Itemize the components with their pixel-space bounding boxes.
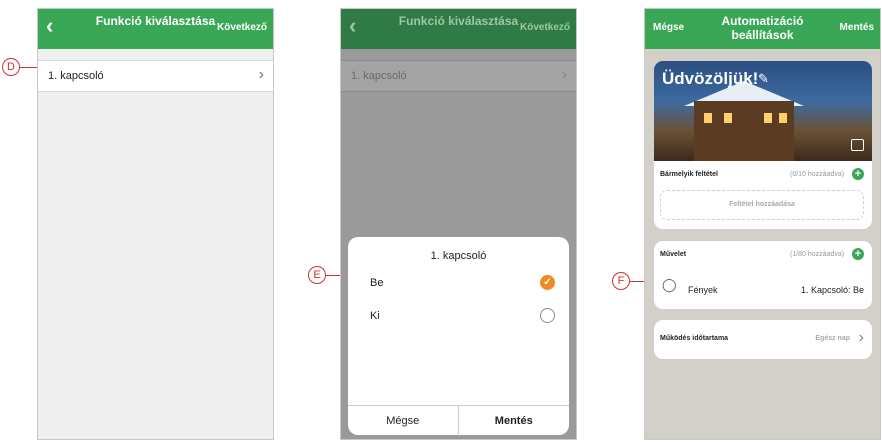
option-be[interactable]: Be ✓ [348,268,569,298]
add-condition-plus-icon[interactable]: + [852,168,864,180]
sheet-title: 1. kapcsoló [430,250,487,262]
sheet-buttons: Mégse Mentés [348,405,570,436]
cover-image: Üdvözöljük! ✎ [654,61,872,161]
header: Mégse Automatizáció beállítások Mentés [645,9,880,49]
add-condition-button[interactable]: Feltétel hozzáadása [660,190,864,220]
add-action-plus-icon[interactable]: + [852,248,864,260]
back-arrow-icon[interactable]: ‹ [349,15,356,37]
duration-card[interactable]: Működés időtartama Egész nap › [654,320,872,359]
duration-title: Működés időtartama [660,335,729,342]
save-button[interactable]: Mentés [459,406,570,436]
switch-1-row[interactable]: 1. kapcsoló › [341,60,576,92]
house-window [724,113,732,123]
callout-f: F [612,272,630,290]
cancel-button[interactable]: Mégse [653,22,684,33]
header: ‹ Funkció kiválasztása Következő [38,9,273,49]
phone-screen-state-select: ‹ Funkció kiválasztása Következő 1. kapc… [340,8,577,440]
next-button[interactable]: Következő [520,22,570,33]
option-ki[interactable]: Ki [348,301,569,331]
option-label: Be [370,277,384,289]
action-count: (1/80 hozzáadva) [790,251,845,258]
image-icon[interactable] [851,139,864,151]
switch-1-row[interactable]: 1. kapcsoló › [38,60,273,92]
back-arrow-icon[interactable]: ‹ [46,15,53,37]
phone-screen-automation-settings: Mégse Automatizáció beállítások Mentés Ü… [644,8,881,440]
house-window [704,113,712,123]
action-card: Művelet (1/80 hozzáadva) + ◯ Fények 1. K… [654,241,872,309]
next-button[interactable]: Következő [217,22,267,33]
welcome-title: Üdvözöljük! [662,69,759,88]
switch-1-label: 1. kapcsoló [351,70,407,82]
switch-1-label: 1. kapcsoló [48,70,104,82]
duration-value: Egész nap [815,335,850,342]
action-title: Művelet [660,251,687,258]
phone-screen-function-select: ‹ Funkció kiválasztása Következő 1. kapc… [37,8,274,440]
option-label: Ki [370,310,380,322]
page-title: Automatizáció beállítások [721,14,804,42]
callout-d: D [2,58,20,76]
action-device[interactable]: Fények [688,285,718,295]
state-bottom-sheet: 1. kapcsoló Be ✓ Ki Mégse Mentés [348,237,570,436]
house-picture [694,101,794,161]
cancel-button[interactable]: Mégse [348,406,459,436]
page-title: Funkció kiválasztása [95,14,216,28]
chevron-right-icon: › [258,66,264,83]
condition-count: (0/10 hozzáadva) [790,171,845,178]
radio-unchecked-icon[interactable] [540,308,555,323]
save-button[interactable]: Mentés [840,22,874,33]
radio-checked-icon[interactable]: ✓ [540,275,555,290]
page-title: Funkció kiválasztása [398,14,519,28]
house-window [779,113,787,123]
condition-title: Bármelyik feltétel [660,171,718,178]
chevron-right-icon: › [561,66,567,83]
callout-e: E [308,266,326,284]
action-value[interactable]: 1. Kapcsoló: Be [801,285,864,295]
condition-card: Bármelyik feltétel (0/10 hozzáadva) + Fe… [654,161,872,229]
chevron-right-icon: › [858,329,864,346]
header: ‹ Funkció kiválasztása Következő [341,9,576,49]
house-window [764,113,772,123]
light-bulb-icon: ◯ [662,277,677,292]
edit-pencil-icon[interactable]: ✎ [758,71,769,87]
